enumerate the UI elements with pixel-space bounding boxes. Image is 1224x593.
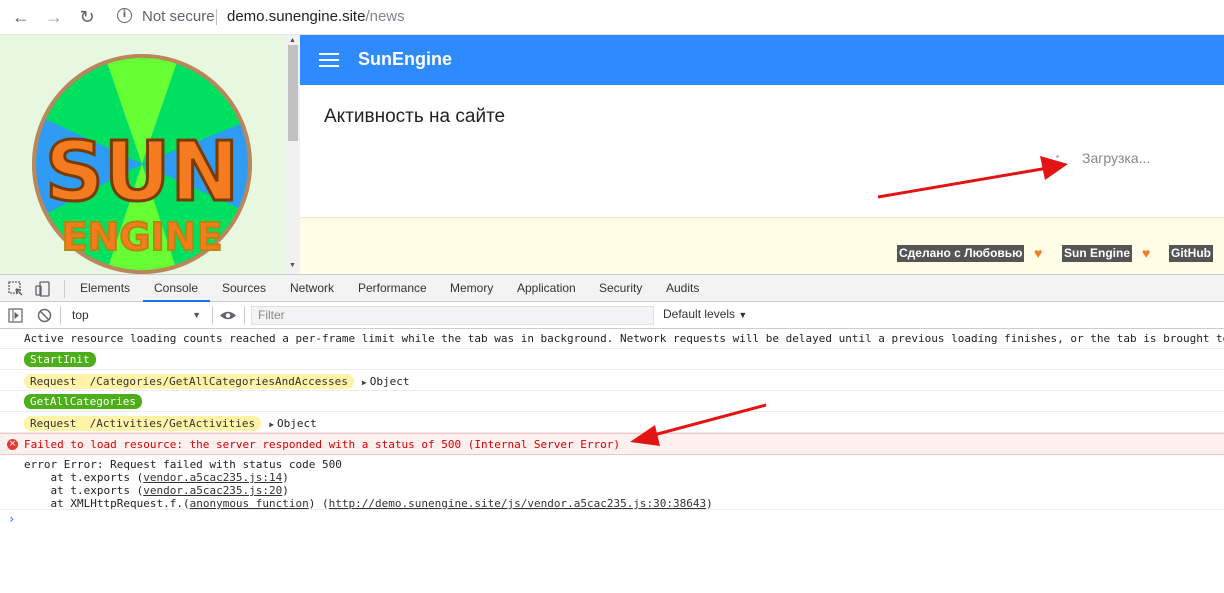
inspect-element-icon[interactable] [7,280,25,298]
loading-text: Загрузка... [1082,150,1151,166]
stack-close: ) [706,497,713,510]
console-prompt[interactable]: › [8,512,15,526]
console-message: Request /Categories/GetAllCategoriesAndA… [0,370,1224,391]
scrollbar-thumb[interactable] [288,45,298,141]
stack-close: ) [282,471,289,484]
scroll-up-icon[interactable]: ▲ [289,37,296,44]
eye-icon[interactable] [219,310,237,321]
console-output: Active resource loading counts reached a… [0,329,1224,593]
stack-prefix: at t.exports ( [24,484,144,497]
divider [244,306,245,325]
tab-elements[interactable]: Elements [80,281,130,295]
site-header: SunEngine [300,35,1224,85]
log-badge: Request /Activities/GetActivities [24,416,262,431]
arrow-right-icon[interactable]: → [43,6,65,28]
stack-prefix: at t.exports ( [24,471,144,484]
stack-line: at t.exports (vendor.a5cac235.js:14) [24,471,1224,484]
github-link[interactable]: GitHub [1169,245,1213,262]
tab-performance[interactable]: Performance [358,281,427,295]
badge-label: Request [30,375,77,388]
context-select[interactable]: top ▼ [65,306,205,325]
made-with-love-link[interactable]: Сделано с Любовью [897,245,1025,262]
console-stacktrace: error Error: Request failed with status … [0,456,1224,510]
heart-icon: ♥ [1034,245,1043,261]
sunengine-logo: SUN ENGINE [32,54,252,274]
stack-line: at t.exports (vendor.a5cac235.js:20) [24,484,1224,497]
error-text: error Error: Request failed with status … [24,458,342,471]
source-link[interactable]: vendor.a5cac235.js:14 [143,471,282,484]
object-label[interactable]: Object [370,375,410,388]
sidebar-toggle-icon[interactable] [8,308,23,323]
device-toolbar-icon[interactable] [34,280,52,298]
console-message: StartInit [0,349,1224,370]
heart-icon: ♥ [1142,245,1151,261]
logo-text-sun: SUN [45,125,239,220]
logo-text-engine: ENGINE [62,215,223,259]
site-page: SunEngine Активность на сайте Загрузка..… [300,35,1224,274]
info-icon[interactable]: i [117,8,132,23]
tab-security[interactable]: Security [599,281,642,295]
expand-triangle-icon[interactable]: ▶ [362,378,367,387]
dropdown-arrow-icon: ▼ [738,310,748,320]
left-pane: SUN ENGINE [0,35,300,274]
console-toolbar: top ▼ Filter Default levels ▼ [0,302,1224,329]
url-path: /news [365,8,405,25]
tab-application[interactable]: Application [517,281,576,295]
divider [60,306,61,325]
tab-console[interactable]: Console [154,281,198,295]
divider [216,9,217,25]
address-bar: ← → ↻ i Not secure demo.sunengine.site/n… [0,0,1224,35]
badge-path: /Categories/GetAllCategoriesAndAccesses [89,375,348,388]
menu-icon[interactable] [319,53,339,67]
url-field[interactable]: demo.sunengine.site/news [227,8,405,25]
dropdown-arrow-icon: ▼ [192,310,201,320]
log-badge: GetAllCategories [24,394,142,409]
log-badge: Request /Categories/GetAllCategoriesAndA… [24,374,354,389]
context-value: top [72,308,89,322]
site-brand[interactable]: SunEngine [358,49,452,70]
anonymous-function-link[interactable]: anonymous function [190,497,309,509]
source-link[interactable]: vendor.a5cac235.js:20 [143,484,282,497]
site-footer: Сделано с Любовью ♥ Sun Engine ♥ GitHub [300,217,1224,274]
console-message-error: × Failed to load resource: the server res… [0,433,1224,455]
error-icon: × [7,439,18,450]
sun-engine-link[interactable]: Sun Engine [1062,245,1132,262]
tab-memory[interactable]: Memory [450,281,493,295]
filter-input[interactable]: Filter [251,306,654,325]
clear-console-icon[interactable] [37,308,52,323]
levels-label: Default levels [663,307,736,321]
spinner-icon [1056,155,1059,158]
expand-triangle-icon[interactable]: ▶ [269,420,274,429]
divider [212,306,213,325]
tab-audits[interactable]: Audits [666,281,699,295]
stack-mid: ) ( [308,497,329,510]
devtools-tabbar: Elements Console Sources Network Perform… [0,274,1224,302]
levels-dropdown[interactable]: Default levels ▼ [663,307,747,321]
scroll-down-icon[interactable]: ▼ [289,262,296,269]
source-link[interactable]: http://demo.sunengine.site/js/vendor.a5c… [329,497,707,509]
object-label[interactable]: Object [277,417,317,430]
url-host: demo.sunengine.site [227,8,366,25]
security-label[interactable]: Not secure [142,8,215,25]
stack-prefix: at XMLHttpRequest.f.( [24,497,190,510]
divider [64,280,65,298]
message-text: Active resource loading counts reached a… [24,332,1224,345]
console-message: Request /Activities/GetActivities ▶ Object [0,412,1224,433]
console-message: GetAllCategories [0,391,1224,412]
badge-label: Request [30,417,77,430]
tab-network[interactable]: Network [290,281,334,295]
stack-line: at XMLHttpRequest.f.(anonymous function)… [24,497,1224,510]
reload-icon[interactable]: ↻ [76,6,98,28]
arrow-left-icon[interactable]: ← [10,6,32,28]
error-text: Failed to load resource: the server resp… [24,438,621,451]
tab-sources[interactable]: Sources [222,281,266,295]
stack-close: ) [282,484,289,497]
log-badge: StartInit [24,352,96,367]
badge-path: /Activities/GetActivities [89,417,256,430]
console-message-warning: Active resource loading counts reached a… [0,329,1224,349]
section-title: Активность на сайте [324,106,506,127]
